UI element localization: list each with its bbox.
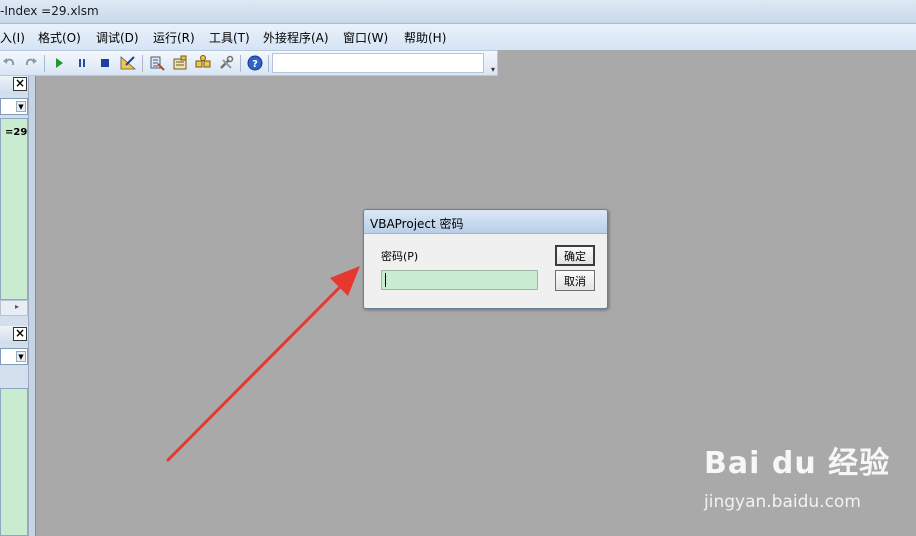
annotation-arrow xyxy=(166,266,360,462)
redo-icon[interactable] xyxy=(22,54,40,72)
project-panel-header: × xyxy=(0,76,28,94)
properties-grid[interactable] xyxy=(0,388,28,536)
project-tree[interactable] xyxy=(0,118,28,300)
close-icon[interactable]: × xyxy=(13,327,27,341)
properties-combo[interactable]: ▼ xyxy=(0,348,28,365)
design-mode-icon[interactable] xyxy=(119,54,137,72)
toolbar-separator xyxy=(268,55,269,72)
properties-panel-header: × xyxy=(0,326,28,344)
menu-addins[interactable]: 外接程序(A) xyxy=(263,29,329,46)
toolbox-icon[interactable] xyxy=(217,54,235,72)
ok-button[interactable]: 确定 xyxy=(555,245,595,266)
menu-window[interactable]: 窗口(W) xyxy=(343,29,388,46)
toolbar-options-icon[interactable]: ▾ xyxy=(491,65,495,74)
watermark-url: jingyan.baidu.com xyxy=(704,492,861,512)
horizontal-scrollbar[interactable]: ▸ xyxy=(0,300,28,316)
standard-toolbar: ? ▾ xyxy=(0,50,498,76)
password-label: 密码(P) xyxy=(381,250,419,263)
svg-text:?: ? xyxy=(252,59,258,70)
pane-splitter[interactable] xyxy=(28,76,36,536)
project-item[interactable]: =29 xyxy=(5,127,27,138)
menu-debug[interactable]: 调试(D) xyxy=(96,29,139,46)
watermark-logo: Bai du 经验 xyxy=(704,446,891,481)
help-icon[interactable]: ? xyxy=(246,54,264,72)
chevron-down-icon[interactable]: ▼ xyxy=(16,351,26,362)
menu-format[interactable]: 格式(O) xyxy=(38,29,81,46)
baidu-watermark: Bai du 经验 jingyan.baidu.com xyxy=(704,438,894,518)
chevron-down-icon[interactable]: ▼ xyxy=(16,101,26,112)
undo-icon[interactable] xyxy=(0,54,18,72)
dialog-title: VBAProject 密码 xyxy=(370,217,464,231)
text-caret xyxy=(385,273,386,287)
close-icon[interactable]: × xyxy=(13,77,27,91)
project-combo[interactable]: ▼ xyxy=(0,98,28,115)
password-dialog: VBAProject 密码 密码(P) 确定 取消 xyxy=(363,209,608,309)
window-title: -Index =29.xlsm xyxy=(0,4,99,18)
toolbar-separator xyxy=(44,55,45,72)
password-field[interactable] xyxy=(381,270,538,290)
title-bar: -Index =29.xlsm xyxy=(0,0,916,24)
break-icon[interactable] xyxy=(73,54,91,72)
menu-run[interactable]: 运行(R) xyxy=(153,29,195,46)
reset-icon[interactable] xyxy=(96,54,114,72)
location-combo[interactable] xyxy=(272,53,484,73)
properties-icon[interactable] xyxy=(171,54,189,72)
menu-insert[interactable]: 入(I) xyxy=(0,29,25,46)
object-browser-icon[interactable] xyxy=(194,54,212,72)
dialog-title-bar[interactable]: VBAProject 密码 xyxy=(364,210,607,234)
menu-bar: 入(I) 格式(O) 调试(D) 运行(R) 工具(T) 外接程序(A) 窗口(… xyxy=(0,24,916,50)
run-icon[interactable] xyxy=(50,54,68,72)
menu-tools[interactable]: 工具(T) xyxy=(209,29,250,46)
cancel-button[interactable]: 取消 xyxy=(555,270,595,291)
menu-help[interactable]: 帮助(H) xyxy=(404,29,446,46)
toolbar-separator xyxy=(142,55,143,72)
toolbar-separator xyxy=(240,55,241,72)
scroll-right-icon[interactable]: ▸ xyxy=(15,302,19,311)
project-explorer-icon[interactable] xyxy=(148,54,166,72)
